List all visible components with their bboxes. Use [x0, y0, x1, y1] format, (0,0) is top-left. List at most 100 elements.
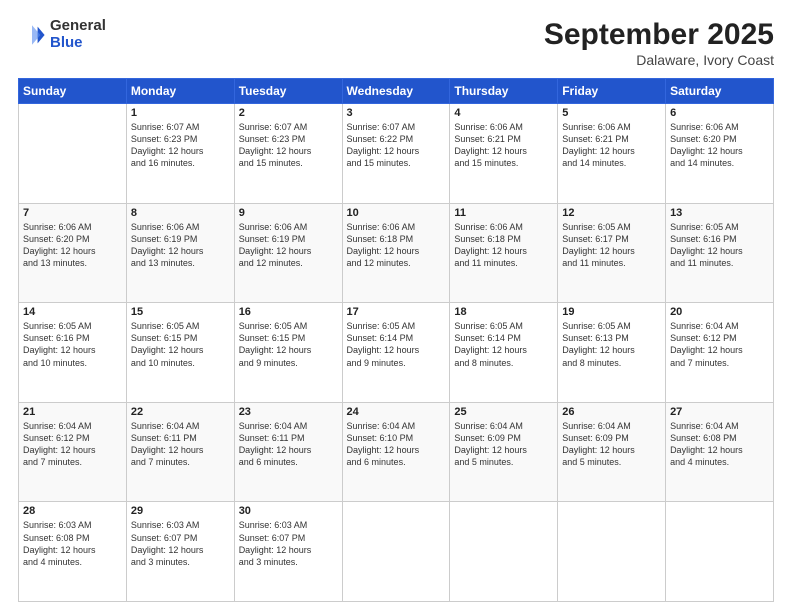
day-number: 22 [131, 406, 230, 418]
day-number: 18 [454, 306, 553, 318]
logo-blue: Blue [50, 35, 106, 52]
day-number: 5 [562, 107, 661, 119]
day-info: Sunrise: 6:06 AM Sunset: 6:21 PM Dayligh… [562, 121, 661, 170]
calendar-cell: 2 Sunrise: 6:07 AM Sunset: 6:23 PM Daylig… [234, 104, 342, 204]
day-info: Sunrise: 6:03 AM Sunset: 6:08 PM Dayligh… [23, 519, 122, 568]
day-info: Sunrise: 6:05 AM Sunset: 6:14 PM Dayligh… [347, 320, 446, 369]
calendar-cell: 22 Sunrise: 6:04 AM Sunset: 6:11 PM Dayli… [126, 402, 234, 502]
week-row-0: 1 Sunrise: 6:07 AM Sunset: 6:23 PM Daylig… [19, 104, 774, 204]
calendar-cell: 6Sunrise: 6:06 AM Sunset: 6:20 PM Daylig… [666, 104, 774, 204]
calendar-cell: 23 Sunrise: 6:04 AM Sunset: 6:11 PM Dayli… [234, 402, 342, 502]
day-info: Sunrise: 6:06 AM Sunset: 6:19 PM Dayligh… [131, 221, 230, 270]
day-info: Sunrise: 6:06 AM Sunset: 6:20 PM Dayligh… [23, 221, 122, 270]
logo: General Blue [18, 18, 106, 51]
day-info: Sunrise: 6:06 AM Sunset: 6:20 PM Dayligh… [670, 121, 769, 170]
week-row-4: 28 Sunrise: 6:03 AM Sunset: 6:08 PM Dayli… [19, 502, 774, 602]
calendar-cell: 21 Sunrise: 6:04 AM Sunset: 6:12 PM Dayli… [19, 402, 127, 502]
col-header-saturday: Saturday [666, 79, 774, 104]
day-info: Sunrise: 6:05 AM Sunset: 6:16 PM Dayligh… [23, 320, 122, 369]
day-info: Sunrise: 6:05 AM Sunset: 6:14 PM Dayligh… [454, 320, 553, 369]
calendar-cell: 7 Sunrise: 6:06 AM Sunset: 6:20 PM Daylig… [19, 203, 127, 303]
logo-icon [18, 21, 46, 49]
col-header-thursday: Thursday [450, 79, 558, 104]
calendar-cell [666, 502, 774, 602]
week-row-1: 7 Sunrise: 6:06 AM Sunset: 6:20 PM Daylig… [19, 203, 774, 303]
day-number: 2 [239, 107, 338, 119]
calendar-cell [342, 502, 450, 602]
calendar-cell: 12 Sunrise: 6:05 AM Sunset: 6:17 PM Dayli… [558, 203, 666, 303]
calendar-cell: 27 Sunrise: 6:04 AM Sunset: 6:08 PM Dayli… [666, 402, 774, 502]
day-info: Sunrise: 6:07 AM Sunset: 6:23 PM Dayligh… [239, 121, 338, 170]
logo-text: General Blue [50, 18, 106, 51]
day-info: Sunrise: 6:06 AM Sunset: 6:18 PM Dayligh… [454, 221, 553, 270]
day-number: 30 [239, 505, 338, 517]
day-info: Sunrise: 6:07 AM Sunset: 6:22 PM Dayligh… [347, 121, 446, 170]
day-info: Sunrise: 6:06 AM Sunset: 6:19 PM Dayligh… [239, 221, 338, 270]
calendar-cell: 10 Sunrise: 6:06 AM Sunset: 6:18 PM Dayli… [342, 203, 450, 303]
calendar-header-row: SundayMondayTuesdayWednesdayThursdayFrid… [19, 79, 774, 104]
day-info: Sunrise: 6:04 AM Sunset: 6:10 PM Dayligh… [347, 420, 446, 469]
col-header-tuesday: Tuesday [234, 79, 342, 104]
day-info: Sunrise: 6:03 AM Sunset: 6:07 PM Dayligh… [239, 519, 338, 568]
day-info: Sunrise: 6:04 AM Sunset: 6:11 PM Dayligh… [239, 420, 338, 469]
day-number: 28 [23, 505, 122, 517]
day-info: Sunrise: 6:04 AM Sunset: 6:12 PM Dayligh… [23, 420, 122, 469]
day-number: 8 [131, 207, 230, 219]
calendar-cell: 5 Sunrise: 6:06 AM Sunset: 6:21 PM Daylig… [558, 104, 666, 204]
day-info: Sunrise: 6:05 AM Sunset: 6:17 PM Dayligh… [562, 221, 661, 270]
week-row-3: 21 Sunrise: 6:04 AM Sunset: 6:12 PM Dayli… [19, 402, 774, 502]
day-info: Sunrise: 6:04 AM Sunset: 6:09 PM Dayligh… [454, 420, 553, 469]
day-number: 27 [670, 406, 769, 418]
day-number: 20 [670, 306, 769, 318]
day-number: 7 [23, 207, 122, 219]
day-info: Sunrise: 6:05 AM Sunset: 6:16 PM Dayligh… [670, 221, 769, 270]
location: Dalaware, Ivory Coast [544, 52, 774, 68]
day-number: 29 [131, 505, 230, 517]
calendar-cell: 15Sunrise: 6:05 AM Sunset: 6:15 PM Dayli… [126, 303, 234, 403]
calendar-cell: 13 Sunrise: 6:05 AM Sunset: 6:16 PM Dayli… [666, 203, 774, 303]
day-info: Sunrise: 6:06 AM Sunset: 6:21 PM Dayligh… [454, 121, 553, 170]
day-number: 21 [23, 406, 122, 418]
col-header-friday: Friday [558, 79, 666, 104]
day-info: Sunrise: 6:04 AM Sunset: 6:08 PM Dayligh… [670, 420, 769, 469]
day-number: 13 [670, 207, 769, 219]
day-info: Sunrise: 6:05 AM Sunset: 6:15 PM Dayligh… [131, 320, 230, 369]
calendar-cell: 29Sunrise: 6:03 AM Sunset: 6:07 PM Dayli… [126, 502, 234, 602]
day-number: 1 [131, 107, 230, 119]
calendar-cell: 9Sunrise: 6:06 AM Sunset: 6:19 PM Daylig… [234, 203, 342, 303]
day-number: 12 [562, 207, 661, 219]
calendar-cell: 16 Sunrise: 6:05 AM Sunset: 6:15 PM Dayli… [234, 303, 342, 403]
calendar-cell: 11 Sunrise: 6:06 AM Sunset: 6:18 PM Dayli… [450, 203, 558, 303]
calendar-cell: 3 Sunrise: 6:07 AM Sunset: 6:22 PM Daylig… [342, 104, 450, 204]
calendar-cell: 1 Sunrise: 6:07 AM Sunset: 6:23 PM Daylig… [126, 104, 234, 204]
day-number: 11 [454, 207, 553, 219]
col-header-wednesday: Wednesday [342, 79, 450, 104]
header: General Blue September 2025 Dalaware, Iv… [18, 18, 774, 68]
calendar-cell: 25Sunrise: 6:04 AM Sunset: 6:09 PM Dayli… [450, 402, 558, 502]
day-number: 3 [347, 107, 446, 119]
day-info: Sunrise: 6:06 AM Sunset: 6:18 PM Dayligh… [347, 221, 446, 270]
calendar-cell: 14Sunrise: 6:05 AM Sunset: 6:16 PM Dayli… [19, 303, 127, 403]
day-number: 23 [239, 406, 338, 418]
calendar-cell [19, 104, 127, 204]
calendar-cell: 30 Sunrise: 6:03 AM Sunset: 6:07 PM Dayli… [234, 502, 342, 602]
day-info: Sunrise: 6:04 AM Sunset: 6:09 PM Dayligh… [562, 420, 661, 469]
calendar-cell: 8 Sunrise: 6:06 AM Sunset: 6:19 PM Daylig… [126, 203, 234, 303]
day-info: Sunrise: 6:04 AM Sunset: 6:12 PM Dayligh… [670, 320, 769, 369]
calendar: SundayMondayTuesdayWednesdayThursdayFrid… [18, 78, 774, 602]
day-number: 24 [347, 406, 446, 418]
day-info: Sunrise: 6:04 AM Sunset: 6:11 PM Dayligh… [131, 420, 230, 469]
day-number: 16 [239, 306, 338, 318]
day-info: Sunrise: 6:07 AM Sunset: 6:23 PM Dayligh… [131, 121, 230, 170]
calendar-cell: 18 Sunrise: 6:05 AM Sunset: 6:14 PM Dayli… [450, 303, 558, 403]
day-info: Sunrise: 6:05 AM Sunset: 6:13 PM Dayligh… [562, 320, 661, 369]
day-info: Sunrise: 6:05 AM Sunset: 6:15 PM Dayligh… [239, 320, 338, 369]
calendar-cell: 28 Sunrise: 6:03 AM Sunset: 6:08 PM Dayli… [19, 502, 127, 602]
calendar-cell: 20 Sunrise: 6:04 AM Sunset: 6:12 PM Dayli… [666, 303, 774, 403]
calendar-cell [558, 502, 666, 602]
day-number: 4 [454, 107, 553, 119]
day-number: 10 [347, 207, 446, 219]
week-row-2: 14Sunrise: 6:05 AM Sunset: 6:16 PM Dayli… [19, 303, 774, 403]
calendar-cell: 24 Sunrise: 6:04 AM Sunset: 6:10 PM Dayli… [342, 402, 450, 502]
col-header-sunday: Sunday [19, 79, 127, 104]
